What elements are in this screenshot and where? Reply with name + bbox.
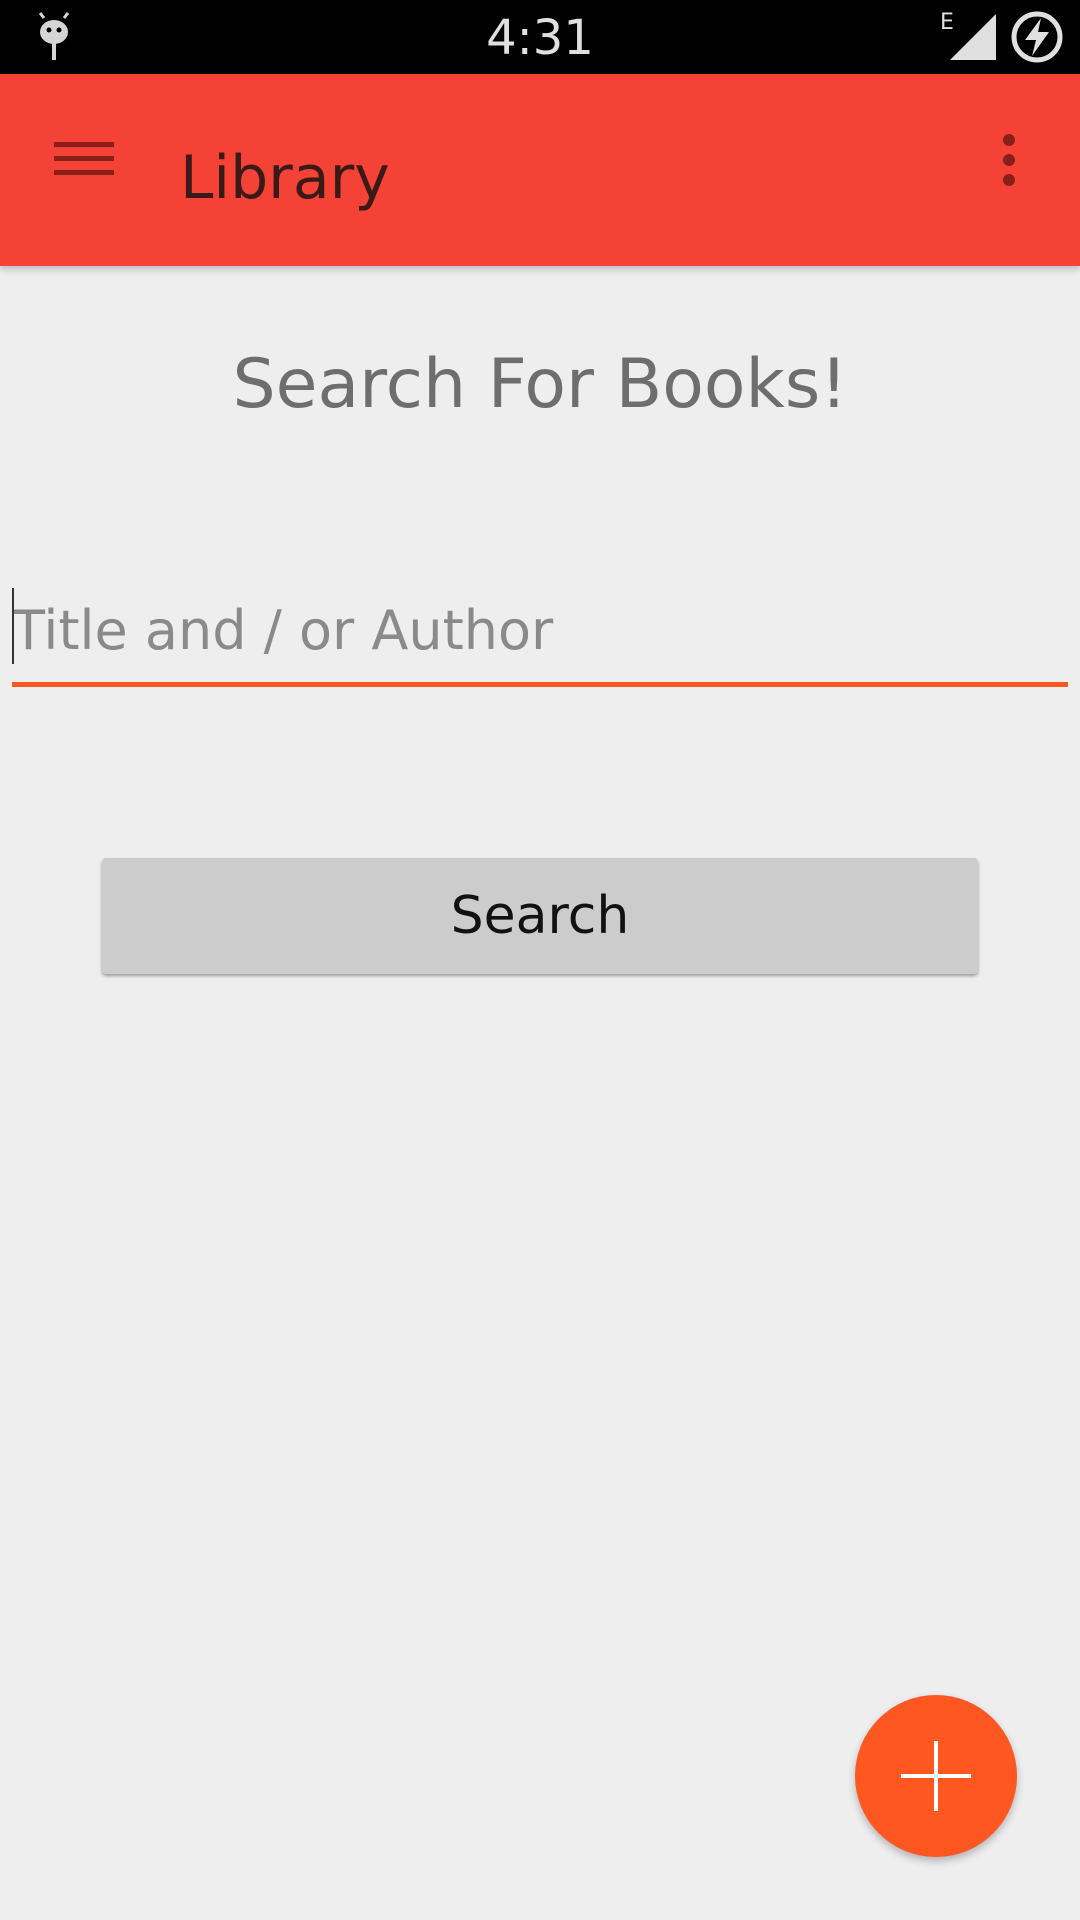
nav-menu-button[interactable]	[30, 106, 138, 202]
overflow-menu-button[interactable]	[970, 106, 1050, 202]
app-bar: Library	[0, 74, 1080, 266]
search-button[interactable]: Search	[102, 858, 978, 974]
more-vert-icon	[1003, 134, 1015, 186]
battery-charging-icon	[1011, 11, 1063, 63]
hamburger-menu-icon	[54, 142, 114, 175]
status-bar: 4:31 E	[0, 0, 1080, 74]
signal-strength-icon	[950, 14, 996, 60]
text-cursor	[12, 588, 14, 664]
search-input-underline	[12, 682, 1068, 687]
search-input[interactable]	[12, 578, 1068, 682]
add-icon	[901, 1741, 971, 1811]
add-book-fab[interactable]	[855, 1695, 1017, 1857]
search-field	[12, 578, 1068, 690]
search-heading: Search For Books!	[232, 345, 848, 424]
page-title: Library	[180, 143, 390, 213]
status-time: 4:31	[486, 10, 594, 66]
